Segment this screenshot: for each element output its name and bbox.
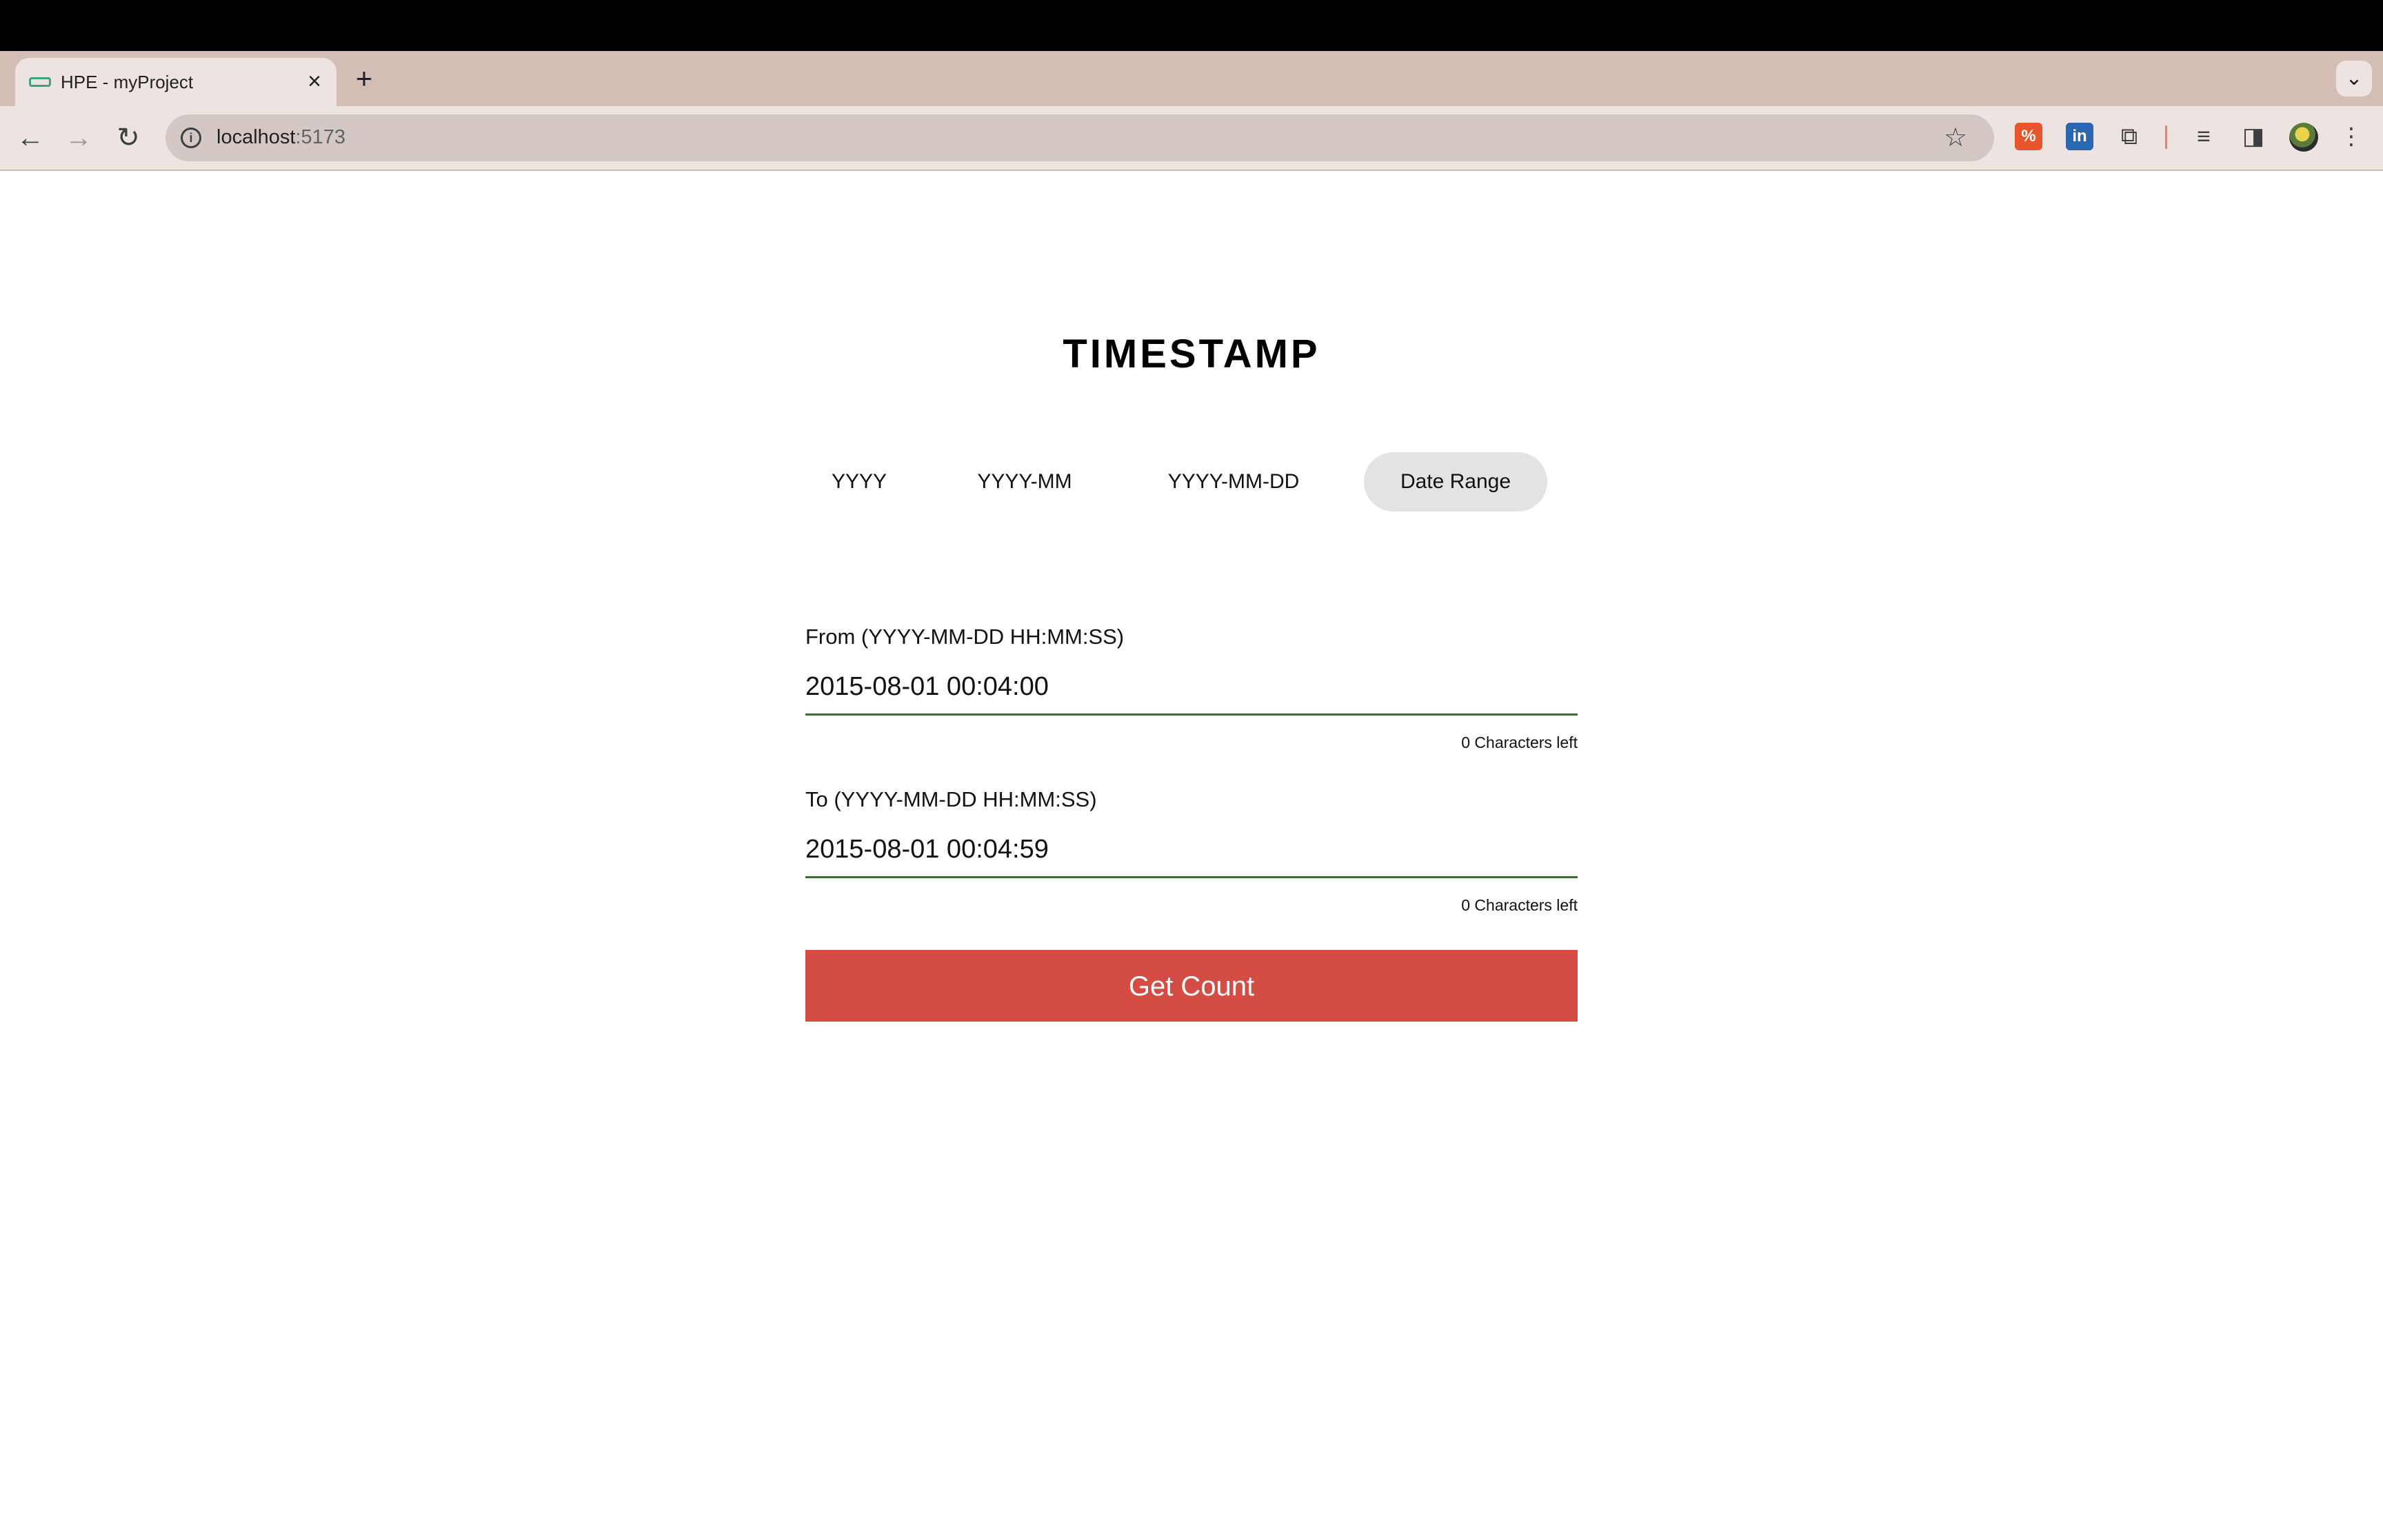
browser-menu-icon[interactable]: ⋮ <box>2335 120 2368 153</box>
back-button[interactable]: ← <box>11 119 50 157</box>
new-tab-button[interactable]: + <box>349 63 379 94</box>
media-controls-icon[interactable]: ≡ <box>2187 120 2220 153</box>
url-text[interactable]: localhost:5173 <box>217 126 345 149</box>
puzzle-icon[interactable]: ⧉ <box>2113 120 2146 153</box>
tab-title: HPE - myProject <box>61 72 194 92</box>
close-tab-icon[interactable]: × <box>301 68 328 95</box>
favicon-icon <box>29 77 51 87</box>
linkedin-icon[interactable]: in <box>2066 123 2093 150</box>
os-top-bar <box>0 0 2383 51</box>
forward-button[interactable]: → <box>59 119 98 157</box>
browser-toolbar: ← → ↻ i localhost:5173 ☆ % in ⧉ ≡ ◨ ⋮ <box>0 106 2383 171</box>
mode-tabs: YYYY YYYY-MM YYYY-MM-DD Date Range <box>0 452 2383 511</box>
tab-search-chevron-icon[interactable]: ⌄ <box>2336 61 2372 97</box>
bookmark-star-icon[interactable]: ☆ <box>1938 120 1973 156</box>
from-label: From (YYYY-MM-DD HH:MM:SS) <box>805 625 1125 649</box>
tab-date-range[interactable]: Date Range <box>1364 452 1547 511</box>
url-host: localhost <box>217 126 296 148</box>
browser-tab-strip: HPE - myProject × + ⌄ <box>0 51 2383 106</box>
address-bar[interactable]: i localhost:5173 ☆ <box>165 114 1994 161</box>
tab-yyyy[interactable]: YYYY <box>814 452 905 511</box>
get-count-button[interactable]: Get Count <box>805 950 1578 1022</box>
toolbar-divider <box>2165 125 2167 149</box>
tab-yyyy-mm[interactable]: YYYY-MM <box>956 452 1094 511</box>
to-chars-left: 0 Characters left <box>1461 896 1578 914</box>
percent-extension-icon[interactable]: % <box>2015 123 2042 150</box>
site-info-icon[interactable]: i <box>181 128 201 148</box>
to-label: To (YYYY-MM-DD HH:MM:SS) <box>805 787 1097 811</box>
side-panel-icon[interactable]: ◨ <box>2237 120 2270 153</box>
url-port: :5173 <box>295 126 346 148</box>
browser-tab[interactable]: HPE - myProject × <box>15 58 336 106</box>
to-input[interactable] <box>805 823 1578 878</box>
tab-yyyy-mm-dd[interactable]: YYYY-MM-DD <box>1150 452 1317 511</box>
avatar[interactable] <box>2289 123 2318 152</box>
reload-button[interactable]: ↻ <box>109 119 148 157</box>
from-input[interactable] <box>805 660 1578 716</box>
page-title: TIMESTAMP <box>1063 332 1320 376</box>
from-chars-left: 0 Characters left <box>1461 733 1578 751</box>
